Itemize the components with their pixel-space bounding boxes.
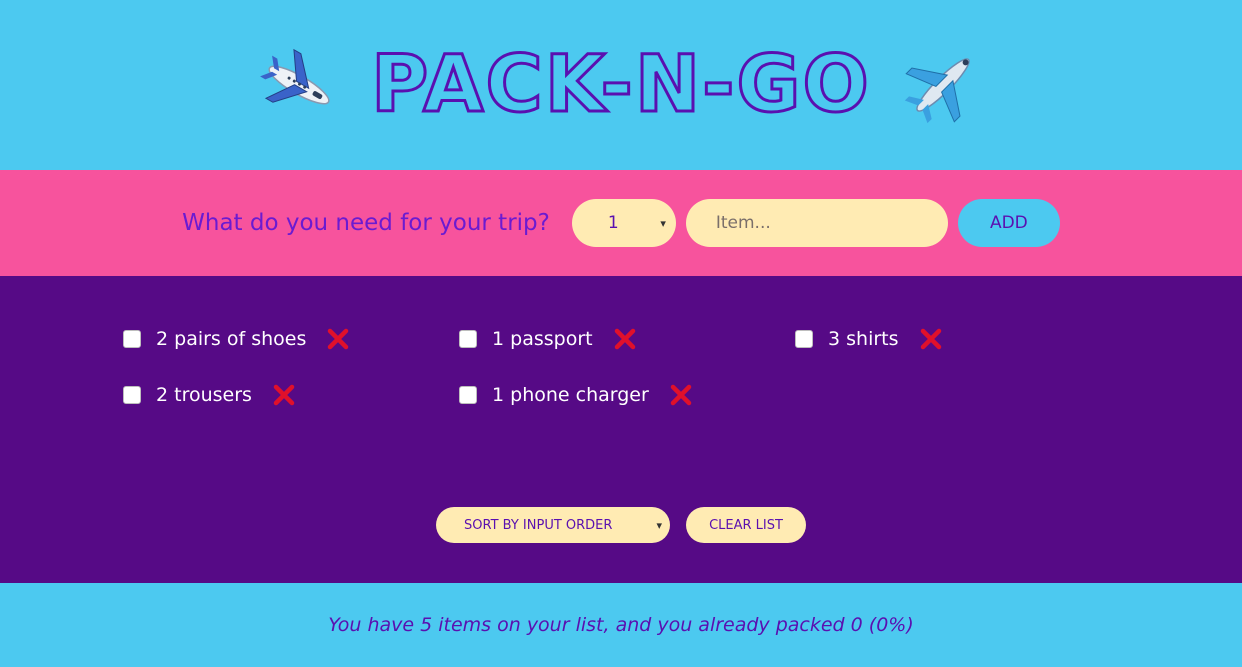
form-question: What do you need for your trip?: [182, 210, 550, 236]
delete-item-button[interactable]: [919, 327, 943, 351]
close-x-icon: [614, 328, 635, 350]
sort-select[interactable]: SORT BY INPUT ORDER ▾: [436, 507, 670, 543]
item-checkbox[interactable]: [459, 386, 477, 404]
packing-list: 2 pairs of shoes 1 passport 3 shirts 2 t…: [0, 276, 1242, 583]
list-actions: SORT BY INPUT ORDER ▾ CLEAR LIST: [0, 507, 1242, 543]
delete-item-button[interactable]: [326, 327, 350, 351]
item-checkbox[interactable]: [795, 330, 813, 348]
stats-text: You have 5 items on your list, and you a…: [328, 614, 914, 636]
list-item: 2 pairs of shoes: [123, 326, 459, 352]
item-label: 1 passport: [492, 328, 593, 350]
airplane-departure-icon: [260, 48, 330, 105]
app-title: PACK-N-GO: [367, 45, 875, 126]
chevron-down-icon: ▾: [660, 216, 666, 230]
app-title-text: PACK-N-GO: [370, 40, 871, 130]
list-item: 3 shirts: [795, 326, 1131, 352]
item-label: 2 trousers: [156, 384, 252, 406]
item-input[interactable]: [685, 199, 948, 247]
quantity-select[interactable]: 1 ▾: [571, 199, 676, 247]
item-label: 3 shirts: [828, 328, 899, 350]
logo: PACK-N-GO: [257, 43, 985, 127]
quantity-value: 1: [607, 213, 619, 233]
item-checkbox[interactable]: [123, 386, 141, 404]
close-x-icon: [920, 328, 941, 350]
delete-item-button[interactable]: [272, 383, 296, 407]
item-checkbox[interactable]: [459, 330, 477, 348]
list-item: 1 passport: [459, 326, 795, 352]
add-item-form: What do you need for your trip? 1 ▾ ADD: [0, 170, 1242, 276]
item-label: 1 phone charger: [492, 384, 649, 406]
chevron-down-icon: ▾: [656, 518, 662, 532]
delete-item-button[interactable]: [613, 327, 637, 351]
header: PACK-N-GO: [0, 0, 1242, 170]
stats-footer: You have 5 items on your list, and you a…: [0, 583, 1242, 667]
close-x-icon: [273, 384, 295, 406]
app: PACK-N-GO What do you need for your trip…: [0, 0, 1242, 667]
item-label: 2 pairs of shoes: [156, 328, 307, 350]
close-x-icon: [670, 384, 692, 406]
delete-item-button[interactable]: [669, 383, 693, 407]
add-button[interactable]: ADD: [957, 199, 1060, 247]
airplane-icon: [904, 58, 970, 124]
items-grid: 2 pairs of shoes 1 passport 3 shirts 2 t…: [123, 326, 1131, 408]
list-item: 2 trousers: [123, 382, 459, 408]
sort-value: SORT BY INPUT ORDER: [464, 517, 613, 533]
close-x-icon: [328, 328, 349, 350]
item-checkbox[interactable]: [123, 330, 141, 348]
clear-list-button[interactable]: CLEAR LIST: [686, 507, 806, 543]
list-item: 1 phone charger: [459, 382, 795, 408]
